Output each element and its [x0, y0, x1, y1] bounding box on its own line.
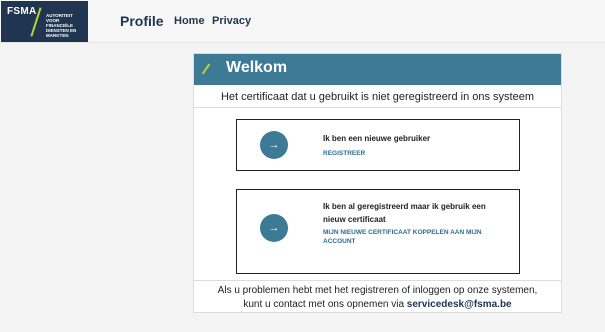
option-title: Ik ben een nieuwe gebruiker: [323, 134, 431, 143]
link-certificate-link[interactable]: MIJN NIEUWE CERTIFICAAT KOPPELEN AAN MIJ…: [323, 228, 508, 246]
new-user-option[interactable]: → Ik ben een nieuwe gebruiker REGISTREER: [236, 119, 520, 171]
option-text: Ik ben al geregistreerd maar ik gebruik …: [323, 200, 508, 246]
option-text: Ik ben een nieuwe gebruiker REGISTREER: [323, 132, 508, 158]
top-bar: FSMA AUTORITEIT VOOR FINANCIËLE DIENSTEN…: [0, 0, 605, 43]
nav-privacy-link[interactable]: Privacy: [212, 15, 251, 27]
register-link[interactable]: REGISTREER: [323, 149, 508, 158]
fsma-logo[interactable]: FSMA AUTORITEIT VOOR FINANCIËLE DIENSTEN…: [1, 1, 88, 42]
logo-subtitle: AUTORITEIT VOOR FINANCIËLE DIENSTEN EN M…: [46, 13, 77, 38]
support-line-1: Als u problemen hebt met het registreren…: [217, 285, 538, 296]
support-email-link[interactable]: servicedesk@fsma.be: [407, 299, 512, 310]
certificate-notice: Het certificaat dat u gebruikt is niet g…: [194, 87, 561, 108]
welcome-panel: Welkom Het certificaat dat u gebruikt is…: [193, 53, 562, 313]
option-title: Ik ben al geregistreerd maar ik gebruik …: [323, 202, 486, 224]
nav-home-link[interactable]: Home: [174, 15, 205, 27]
arrow-right-icon[interactable]: →: [260, 131, 288, 159]
existing-user-option[interactable]: → Ik ben al geregistreerd maar ik gebrui…: [236, 189, 520, 274]
panel-title: Welkom: [226, 59, 288, 76]
page-title: Profile: [120, 13, 164, 29]
support-note: Als u problemen hebt met het registreren…: [194, 280, 561, 312]
panel-header: Welkom: [194, 54, 561, 85]
logo-abbr: FSMA: [7, 6, 37, 17]
support-line-2: kunt u contact met ons opnemen via servi…: [194, 298, 561, 312]
arrow-right-icon[interactable]: →: [260, 214, 288, 242]
slash-icon: [201, 63, 211, 75]
support-line-2-prefix: kunt u contact met ons opnemen via: [243, 299, 407, 310]
